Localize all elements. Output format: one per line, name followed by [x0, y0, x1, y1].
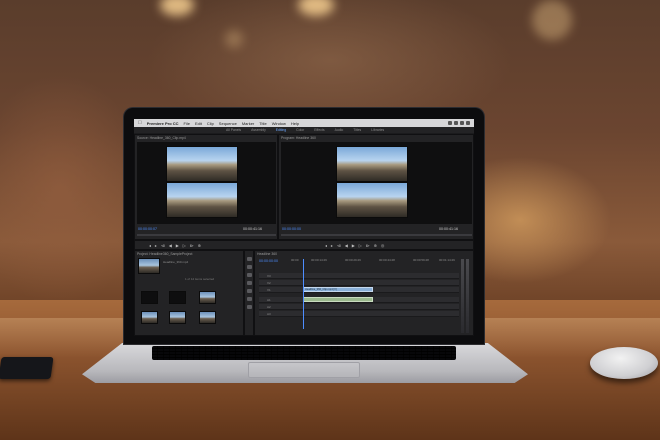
bokeh-light [298, 0, 334, 16]
ripple-edit-tool-icon[interactable] [247, 273, 252, 277]
source-frame-bottom [166, 182, 238, 218]
source-transport-controls[interactable]: ◂ ▸ ⧏ ◀ ▶ ▷ ⧐ ⊕ [149, 243, 202, 248]
bokeh-light [225, 30, 243, 48]
transport-bar: ◂ ▸ ⧏ ◀ ▶ ▷ ⧐ ⊕ ◂ ▸ ⧏ ◀ ▶ ▷ ⧐ ⊕ ◎ [134, 240, 474, 250]
project-panel-title[interactable]: Project: Headline360_SampleProject [137, 252, 192, 256]
project-item[interactable] [199, 291, 216, 304]
tab-all-panels[interactable]: All Panels [226, 128, 241, 132]
track-label: V3 [267, 274, 271, 278]
mouse [590, 347, 658, 379]
program-timecode-out: 00:00:41:16 [439, 227, 458, 231]
tab-titles[interactable]: Titles [353, 128, 361, 132]
program-frame-bottom [336, 182, 408, 218]
tab-effects[interactable]: Effects [314, 128, 324, 132]
track-v3[interactable]: V3 [259, 273, 459, 279]
source-timecode-out: 00:00:41:16 [243, 227, 262, 231]
menu-title[interactable]: Title [259, 121, 266, 126]
program-frame-top [336, 146, 408, 182]
audio-meter-left [461, 259, 464, 333]
track-a3[interactable]: A3 [259, 311, 459, 317]
menu-app-name[interactable]: Premiere Pro CC [147, 121, 179, 126]
pen-tool-icon[interactable] [247, 297, 252, 301]
audio-clip[interactable] [303, 297, 373, 302]
menu-file[interactable]: File [184, 121, 190, 126]
wifi-icon[interactable] [448, 121, 452, 125]
track-label: A2 [267, 305, 271, 309]
ruler-tick: 00:00 [291, 258, 299, 262]
menu-window[interactable]: Window [272, 121, 286, 126]
ruler-tick: 00:00:14:29 [311, 258, 327, 262]
program-scrub-bar[interactable] [281, 234, 472, 236]
project-item[interactable] [141, 311, 158, 324]
source-frame-top [166, 146, 238, 182]
timeline-title[interactable]: Headline 360 [257, 252, 277, 256]
laptop-touchpad [248, 362, 360, 378]
timeline-panel: Headline 360 00:00:00:00 00:00 00:00:14:… [254, 250, 474, 336]
selection-tool-icon[interactable] [247, 257, 252, 261]
track-label: A3 [267, 312, 271, 316]
playhead[interactable] [303, 259, 304, 329]
menu-edit[interactable]: Edit [195, 121, 202, 126]
laptop-screen:  Premiere Pro CC File Edit Clip Sequenc… [134, 119, 474, 336]
source-monitor: Source: Headline_360_Clip.mp4 00:00:00:0… [134, 134, 278, 240]
menu-marker[interactable]: Marker [242, 121, 254, 126]
source-viewer[interactable] [137, 142, 276, 224]
ruler-tick: 00:00:44:28 [379, 258, 395, 262]
bokeh-light [160, 0, 194, 16]
project-bin-folder[interactable] [141, 291, 158, 304]
clock-icon[interactable] [460, 121, 464, 125]
tab-color[interactable]: Color [296, 128, 304, 132]
spotlight-icon[interactable] [466, 121, 470, 125]
track-label: V2 [267, 281, 271, 285]
laptop-lid:  Premiere Pro CC File Edit Clip Sequenc… [124, 108, 484, 344]
project-item[interactable] [169, 291, 186, 304]
track-label: V1 [267, 288, 271, 292]
timeline-timecode[interactable]: 00:00:00:00 [259, 259, 278, 263]
laptop-keyboard [152, 346, 456, 360]
project-item[interactable] [169, 311, 186, 324]
source-panel-title[interactable]: Source: Headline_360_Clip.mp4 [137, 136, 186, 140]
program-timecode-in[interactable]: 00:00:00:00 [282, 227, 301, 231]
workspace-tabs: All Panels Assembly Editing Color Effect… [134, 127, 474, 133]
video-clip-label: Headline_360_Clip.mp4 [V] [305, 288, 337, 291]
status-tray [448, 121, 474, 125]
program-viewer[interactable] [281, 142, 472, 224]
slip-tool-icon[interactable] [247, 289, 252, 293]
track-v2[interactable]: V2 [259, 280, 459, 286]
program-panel-title[interactable]: Program: Headline 360 [281, 136, 316, 140]
source-scrub-bar[interactable] [137, 234, 276, 236]
menu-sequence[interactable]: Sequence [219, 121, 237, 126]
project-item-count: 1 of 12 items selected [185, 277, 215, 281]
timeline-ruler[interactable]: 00:00 00:00:14:29 00:00:29:29 00:00:44:2… [291, 258, 459, 264]
track-label: A1 [267, 298, 271, 302]
tab-libraries[interactable]: Libraries [371, 128, 384, 132]
audio-meter-right [466, 259, 469, 333]
program-transport-controls[interactable]: ◂ ▸ ⧏ ◀ ▶ ▷ ⧐ ⊕ ◎ [325, 243, 386, 248]
program-monitor: Program: Headline 360 00:00:00:00 00:00:… [278, 134, 474, 240]
ruler-tick: 00:01:14:29 [439, 258, 455, 262]
battery-icon[interactable] [454, 121, 458, 125]
tab-assembly[interactable]: Assembly [251, 128, 266, 132]
ruler-tick: 00:00:29:29 [345, 258, 361, 262]
hand-tool-icon[interactable] [247, 305, 252, 309]
razor-tool-icon[interactable] [247, 281, 252, 285]
track-select-tool-icon[interactable] [247, 265, 252, 269]
project-panel: Project: Headline360_SampleProject Headl… [134, 250, 244, 336]
menu-clip[interactable]: Clip [207, 121, 214, 126]
video-clip[interactable]: Headline_360_Clip.mp4 [V] [303, 287, 373, 292]
menu-bar:  Premiere Pro CC File Edit Clip Sequenc… [134, 119, 474, 127]
project-selected-item: Headline_360.mp4 [163, 260, 189, 264]
project-item[interactable] [199, 311, 216, 324]
project-preview-thumbnail[interactable] [138, 258, 160, 274]
smartphone [0, 357, 54, 379]
tools-panel [244, 250, 254, 336]
menu-help[interactable]: Help [291, 121, 299, 126]
apple-icon[interactable]:  [138, 120, 142, 126]
bokeh-light [532, 0, 572, 40]
track-a2[interactable]: A2 [259, 304, 459, 310]
source-timecode-in[interactable]: 00:00:00:07 [138, 227, 157, 231]
tab-editing[interactable]: Editing [276, 128, 286, 132]
ruler-tick: 00:00:59:28 [413, 258, 429, 262]
tab-audio[interactable]: Audio [335, 128, 344, 132]
